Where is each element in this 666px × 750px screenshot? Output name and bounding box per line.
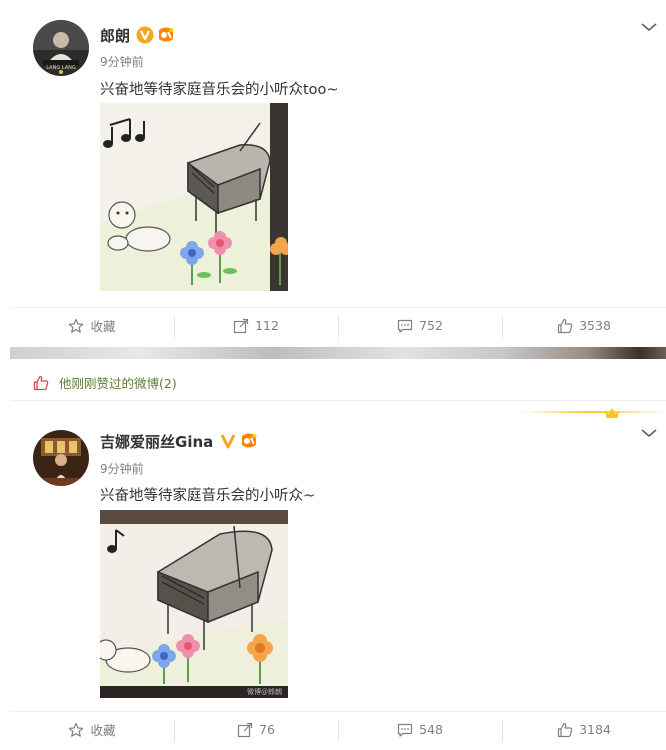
liked-notice[interactable]: 他刚刚赞过的微博(2) <box>33 373 177 392</box>
author-row: 郎朗 <box>100 24 176 46</box>
feed-post-gina: 吉娜爱丽丝Gina 9分钟前 兴奋地等待家庭音乐会的小听众~ 微博@郎朗 收藏 … <box>0 405 666 750</box>
level-badge-icon[interactable] <box>239 432 259 450</box>
avatar[interactable]: LANG LANG <box>33 20 89 76</box>
repost-button[interactable]: 112 <box>174 308 338 343</box>
repost-icon <box>233 318 249 333</box>
avatar[interactable] <box>33 430 89 486</box>
like-count: 3184 <box>579 722 611 737</box>
level-badge-icon[interactable] <box>156 26 176 44</box>
comment-icon <box>397 723 413 737</box>
comment-count: 752 <box>419 318 443 333</box>
favorite-label: 收藏 <box>90 723 116 738</box>
like-count: 3538 <box>579 318 611 333</box>
chevron-down-icon[interactable] <box>640 424 658 438</box>
like-button[interactable]: 3538 <box>502 308 666 343</box>
post-time[interactable]: 9分钟前 <box>100 460 144 477</box>
favorite-label: 收藏 <box>90 319 116 334</box>
chevron-down-icon[interactable] <box>640 18 658 32</box>
repost-button[interactable]: 76 <box>174 712 338 747</box>
thumbs-up-icon <box>557 318 573 333</box>
author-row: 吉娜爱丽丝Gina <box>100 430 259 452</box>
favorite-button[interactable]: 收藏 <box>10 712 174 747</box>
post-action-bar: 收藏 112 752 3538 <box>10 307 666 343</box>
comment-button[interactable]: 548 <box>338 712 502 747</box>
repost-count: 112 <box>255 318 279 333</box>
post-image-drawing[interactable]: 微博@郎朗 <box>100 510 288 698</box>
repost-count: 76 <box>259 722 275 737</box>
star-icon <box>69 318 84 333</box>
repost-icon <box>237 722 253 737</box>
verified-icon <box>136 26 154 44</box>
post-text: 兴奋地等待家庭音乐会的小听众~ <box>100 488 316 504</box>
divider <box>10 400 666 401</box>
post-time[interactable]: 9分钟前 <box>100 53 144 70</box>
feed-banner-strip <box>10 347 666 359</box>
feed-post-langlang: LANG LANG 郎朗 9分钟前 兴奋地等待家庭音乐会的小听众too~ 收藏 … <box>0 0 666 345</box>
comment-count: 548 <box>419 722 443 737</box>
liked-notice-text[interactable]: 他刚刚赞过的微博(2) <box>59 373 177 392</box>
comment-button[interactable]: 752 <box>338 308 502 343</box>
verified-icon <box>219 432 237 450</box>
comment-icon <box>397 319 413 333</box>
thumbs-up-icon <box>33 375 49 390</box>
thumbs-up-icon <box>557 722 573 737</box>
author-name[interactable]: 吉娜爱丽丝Gina <box>100 431 213 452</box>
like-button[interactable]: 3184 <box>502 712 666 747</box>
star-icon <box>69 722 84 737</box>
favorite-button[interactable]: 收藏 <box>10 308 174 343</box>
post-image-drawing[interactable] <box>100 103 288 291</box>
post-action-bar: 收藏 76 548 3184 <box>10 711 666 747</box>
author-name[interactable]: 郎朗 <box>100 25 130 46</box>
post-text: 兴奋地等待家庭音乐会的小听众too~ <box>100 82 339 98</box>
image-watermark: 微博@郎朗 <box>247 687 282 696</box>
